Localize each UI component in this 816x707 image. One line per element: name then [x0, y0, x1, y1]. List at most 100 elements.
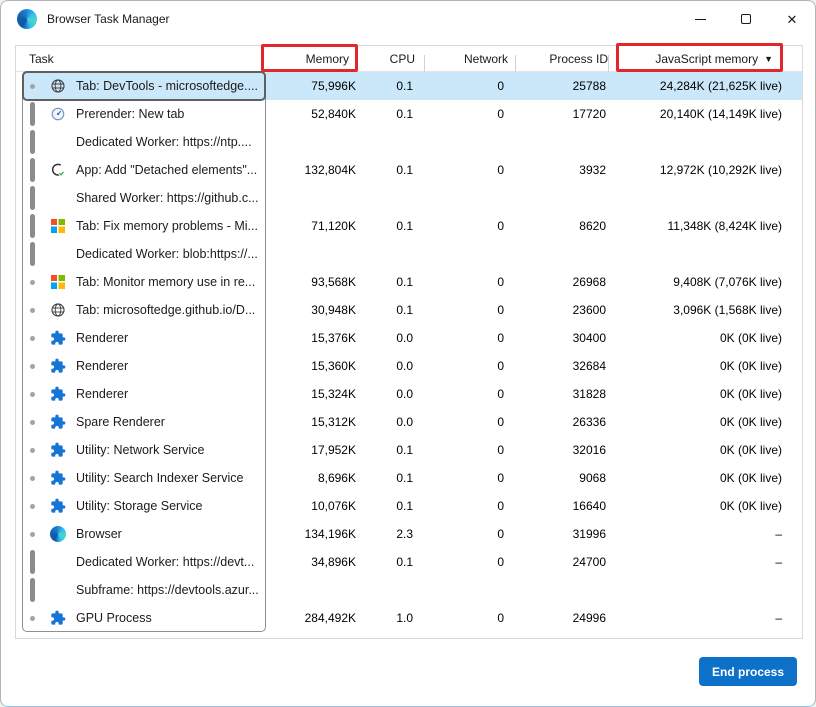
task-cell: Utility: Network Service	[16, 436, 266, 464]
javascript-memory-cell: 3,096K (1,568K live)	[673, 303, 782, 317]
table-row[interactable]: Dedicated Worker: blob:https://...	[16, 240, 802, 268]
edge-icon	[46, 522, 70, 546]
process-id-cell: 26968	[572, 275, 606, 289]
group-indicator	[26, 268, 38, 296]
table-row[interactable]: Dedicated Worker: https://ntp....	[16, 128, 802, 156]
puzzle-icon	[46, 354, 70, 378]
table-row[interactable]: Prerender: New tab 52,840K 0.1 0 17720 2…	[16, 100, 802, 128]
group-indicator	[26, 100, 38, 128]
group-indicator	[26, 324, 38, 352]
table-row[interactable]: Tab: DevTools - microsoftedge.... 75,996…	[16, 72, 802, 100]
microsoft-icon	[46, 214, 70, 238]
network-cell: 0	[497, 443, 504, 457]
memory-cell: 17,952K	[311, 443, 356, 457]
group-indicator	[26, 128, 38, 156]
column-header-network[interactable]: Network	[425, 52, 516, 74]
column-header-process-id[interactable]: Process ID	[516, 52, 609, 74]
maximize-button[interactable]	[723, 1, 769, 37]
group-indicator	[26, 184, 38, 212]
memory-cell: 132,804K	[304, 163, 356, 177]
cpu-cell: 0.1	[396, 219, 413, 233]
table-row[interactable]: Tab: microsoftedge.github.io/D... 30,948…	[16, 296, 802, 324]
puzzle-icon	[46, 438, 70, 462]
javascript-memory-cell: –	[775, 527, 782, 541]
memory-cell: 93,568K	[311, 275, 356, 289]
table-row[interactable]: Utility: Network Service 17,952K 0.1 0 3…	[16, 436, 802, 464]
app-icon	[46, 158, 70, 182]
table-row[interactable]: Renderer 15,376K 0.0 0 30400 0K (0K live…	[16, 324, 802, 352]
task-cell: Tab: microsoftedge.github.io/D...	[16, 296, 266, 324]
column-header-memory[interactable]: Memory	[266, 52, 358, 74]
cpu-cell: 1.0	[396, 611, 413, 625]
globe-icon	[46, 298, 70, 322]
task-name: Utility: Network Service	[76, 443, 205, 457]
memory-cell: 52,840K	[311, 107, 356, 121]
cpu-cell: 2.3	[396, 527, 413, 541]
javascript-memory-cell: 24,284K (21,625K live)	[659, 79, 782, 93]
close-button[interactable]: ✕	[769, 1, 815, 37]
table-row[interactable]: Renderer 15,360K 0.0 0 32684 0K (0K live…	[16, 352, 802, 380]
task-name: Tab: microsoftedge.github.io/D...	[76, 303, 256, 317]
network-cell: 0	[497, 107, 504, 121]
group-indicator	[26, 72, 38, 100]
table-row[interactable]: GPU Process 284,492K 1.0 0 24996 –	[16, 604, 802, 632]
memory-cell: 34,896K	[311, 555, 356, 569]
window-controls: ✕	[677, 1, 815, 37]
memory-cell: 134,196K	[304, 527, 356, 541]
title-bar[interactable]: Browser Task Manager ✕	[1, 1, 815, 37]
table-row[interactable]: Subframe: https://devtools.azur...	[16, 576, 802, 604]
memory-cell: 30,948K	[311, 303, 356, 317]
network-cell: 0	[497, 163, 504, 177]
process-id-cell: 32016	[572, 443, 606, 457]
task-icon	[46, 578, 70, 602]
task-cell: Dedicated Worker: https://ntp....	[16, 128, 266, 156]
table-row[interactable]: App: Add "Detached elements"... 132,804K…	[16, 156, 802, 184]
process-id-cell: 26336	[572, 415, 606, 429]
column-header-cpu[interactable]: CPU	[358, 52, 425, 74]
process-id-cell: 32684	[572, 359, 606, 373]
cpu-cell: 0.1	[396, 107, 413, 121]
column-header-task[interactable]: Task	[16, 52, 266, 66]
table-row[interactable]: Browser 134,196K 2.3 0 31996 –	[16, 520, 802, 548]
table-row[interactable]: Tab: Fix memory problems - Mi... 71,120K…	[16, 212, 802, 240]
task-table-rows: Tab: DevTools - microsoftedge.... 75,996…	[16, 72, 802, 632]
table-row[interactable]: Utility: Search Indexer Service 8,696K 0…	[16, 464, 802, 492]
table-row[interactable]: Tab: Monitor memory use in re... 93,568K…	[16, 268, 802, 296]
table-header-row: Task Memory CPU Network Process ID JavaS…	[16, 46, 802, 74]
task-cell: Renderer	[16, 380, 266, 408]
network-cell: 0	[497, 79, 504, 93]
javascript-memory-cell: 0K (0K live)	[719, 499, 782, 513]
table-row[interactable]: Dedicated Worker: https://devt... 34,896…	[16, 548, 802, 576]
sort-descending-icon: ▼	[764, 53, 773, 64]
javascript-memory-cell: 0K (0K live)	[719, 331, 782, 345]
minimize-button[interactable]	[677, 1, 723, 37]
task-cell: Utility: Storage Service	[16, 492, 266, 520]
group-indicator	[26, 408, 38, 436]
memory-cell: 15,312K	[311, 415, 356, 429]
window-title: Browser Task Manager	[47, 12, 170, 26]
javascript-memory-cell: –	[775, 611, 782, 625]
memory-cell: 10,076K	[311, 499, 356, 513]
table-row[interactable]: Shared Worker: https://github.c...	[16, 184, 802, 212]
group-indicator	[26, 464, 38, 492]
table-row[interactable]: Renderer 15,324K 0.0 0 31828 0K (0K live…	[16, 380, 802, 408]
edge-logo-icon	[17, 9, 37, 29]
process-id-cell: 3932	[579, 163, 606, 177]
task-cell: Utility: Search Indexer Service	[16, 464, 266, 492]
group-indicator	[26, 212, 38, 240]
table-row[interactable]: Utility: Storage Service 10,076K 0.1 0 1…	[16, 492, 802, 520]
cpu-cell: 0.1	[396, 555, 413, 569]
group-indicator	[26, 492, 38, 520]
table-row[interactable]: Spare Renderer 15,312K 0.0 0 26336 0K (0…	[16, 408, 802, 436]
task-cell: Spare Renderer	[16, 408, 266, 436]
memory-cell: 15,376K	[311, 331, 356, 345]
column-header-javascript-memory[interactable]: JavaScript memory ▼	[609, 52, 802, 66]
end-process-button[interactable]: End process	[699, 657, 797, 686]
network-cell: 0	[497, 359, 504, 373]
task-cell: Dedicated Worker: blob:https://...	[16, 240, 266, 268]
group-indicator	[26, 156, 38, 184]
process-id-cell: 8620	[579, 219, 606, 233]
minimize-icon	[694, 18, 706, 20]
task-cell: Browser	[16, 520, 266, 548]
task-name: Dedicated Worker: https://devt...	[76, 555, 255, 569]
